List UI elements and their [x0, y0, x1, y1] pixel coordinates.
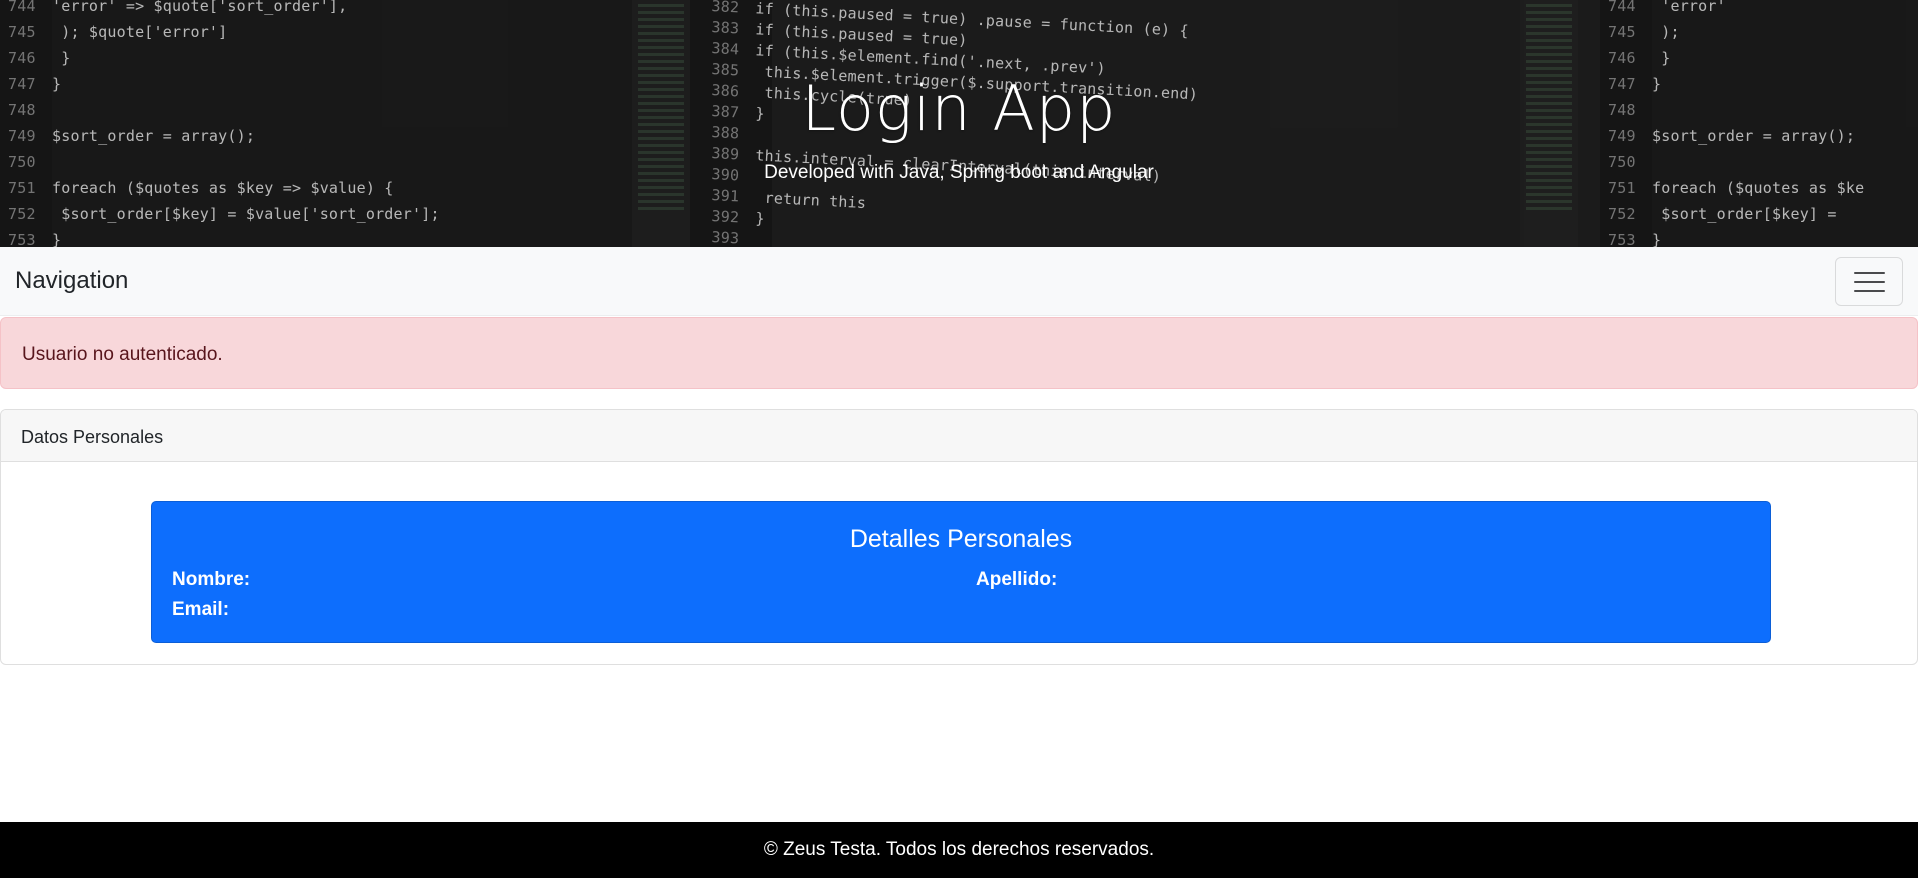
alert-message: Usuario no autenticado. [22, 344, 223, 365]
hero-banner: 744'error' => $quote['sort_order'], 745 )… [0, 0, 1918, 247]
personal-details-panel: Detalles Personales Nombre: Apellido: Em… [151, 501, 1771, 643]
navbar-brand[interactable]: Navigation [15, 267, 128, 295]
card-header-title: Datos Personales [21, 427, 164, 447]
auth-alert: Usuario no autenticado. [0, 317, 1918, 389]
card-header: Datos Personales [1, 410, 1917, 462]
hamburger-menu-icon [1854, 271, 1885, 293]
footer-copyright: © Zeus Testa. Todos los derechos reserva… [763, 839, 1155, 860]
apellido-label: Apellido: [976, 569, 1058, 590]
nombre-label: Nombre: [172, 569, 251, 590]
details-title: Detalles Personales [849, 525, 1073, 553]
navbar-toggler-button[interactable] [1835, 257, 1903, 306]
page-title: Login App [801, 72, 1117, 145]
footer: © Zeus Testa. Todos los derechos reserva… [0, 822, 1918, 878]
email-label: Email: [172, 599, 230, 620]
personal-data-card: Datos Personales Detalles Personales Nom… [0, 409, 1918, 665]
navbar: Navigation [0, 247, 1918, 316]
page-subtitle: Developed with Java, Spring boot and Ang… [764, 162, 1154, 183]
